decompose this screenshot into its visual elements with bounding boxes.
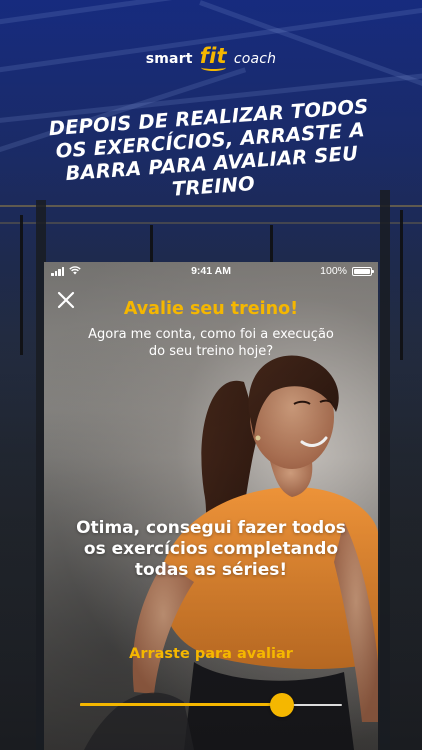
screen-title: Avalie seu treino! (123, 299, 299, 319)
smart-fit-coach-logo: smart fit coach (0, 44, 422, 68)
phone-screen: 9:41 AM 100% Avalie seu treino! Agora me… (44, 262, 378, 750)
slider-thumb[interactable] (269, 693, 294, 717)
battery-percent: 100% (320, 265, 347, 277)
logo-fit: fit (199, 44, 227, 68)
rating-slider[interactable] (80, 693, 342, 717)
logo-coach: coach (233, 51, 277, 67)
drag-to-rate-label: Arraste para avaliar (129, 646, 293, 662)
slider-fill (80, 703, 282, 706)
status-bar: 9:41 AM 100% (44, 262, 378, 280)
screen-subtitle: Agora me conta, como foi a execução do s… (88, 327, 334, 359)
rating-description: Otima, consegui fazer todos os exercício… (76, 518, 346, 580)
logo-smart: smart (145, 51, 193, 67)
battery-icon (352, 267, 374, 276)
